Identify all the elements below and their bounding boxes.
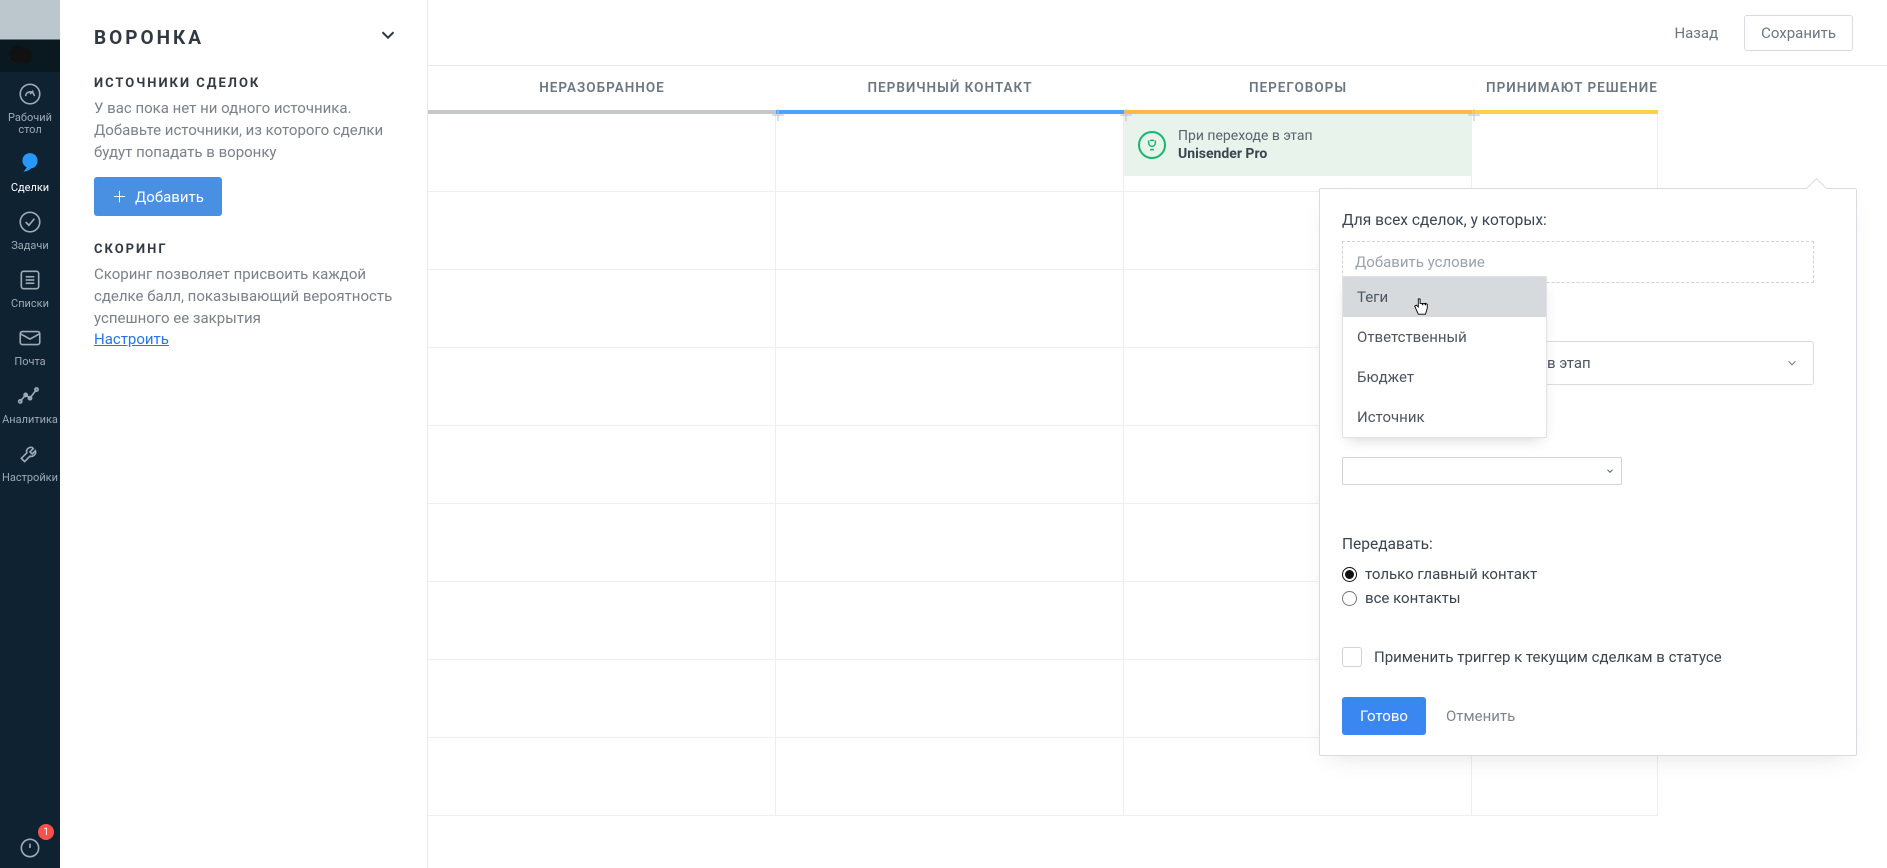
main-area: Назад Сохранить НЕРАЗОБРАННОЕ ＋ ПЕРВИЧНЫ… (428, 0, 1887, 868)
column-header[interactable]: НЕРАЗОБРАННОЕ (428, 66, 776, 114)
left-nav: Рабочий стол Сделки Задачи Списки Почта (0, 0, 60, 868)
pipeline-column: ПЕРВИЧНЫЙ КОНТАКТ ＋ (776, 66, 1124, 816)
dropdown-option-responsible[interactable]: Ответственный (1343, 317, 1546, 357)
list-icon (16, 266, 44, 294)
nav-tasks[interactable]: Задачи (0, 200, 60, 258)
dropdown-option-tags[interactable]: Теги (1343, 277, 1546, 317)
add-trigger-icon[interactable]: ＋ (1118, 102, 1134, 126)
trigger-card[interactable]: При переходе в этап Unisender Pro (1124, 114, 1472, 176)
check-circle-icon (16, 208, 44, 236)
scoring-section: СКОРИНГ Скоринг позволяет присвоить кажд… (94, 242, 399, 348)
dropdown-option-budget[interactable]: Бюджет (1343, 357, 1546, 397)
add-source-button[interactable]: ＋ Добавить (94, 177, 222, 216)
done-button[interactable]: Готово (1342, 697, 1426, 735)
sources-heading: ИСТОЧНИКИ СДЕЛОК (94, 76, 399, 91)
apply-current-checkbox[interactable]: Применить триггер к текущим сделкам в ст… (1342, 647, 1834, 667)
bell-icon (16, 834, 44, 862)
scoring-configure-link[interactable]: Настроить (94, 330, 169, 348)
side-panel: ВОРОНКА ИСТОЧНИКИ СДЕЛОК У вас пока нет … (60, 0, 428, 868)
nav-settings[interactable]: Настройки (0, 432, 60, 490)
radio-input[interactable] (1342, 567, 1357, 582)
integration-icon (1138, 131, 1166, 159)
nav-label: Аналитика (2, 414, 58, 426)
scoring-heading: СКОРИНГ (94, 242, 399, 257)
radio-main-contact[interactable]: только главный контакт (1342, 565, 1834, 583)
back-button[interactable]: Назад (1668, 16, 1724, 50)
radio-all-contacts[interactable]: все контакты (1342, 589, 1834, 607)
mail-icon (16, 324, 44, 352)
nav-label: Списки (11, 298, 49, 310)
nav-label: Почта (14, 356, 45, 368)
checkbox-icon[interactable] (1342, 647, 1362, 667)
conditions-label: Для всех сделок, у которых: (1342, 211, 1834, 229)
nav-label: Настройки (2, 472, 58, 484)
trigger-popover: Для всех сделок, у которых: Теги Ответст… (1319, 188, 1857, 756)
column-header[interactable]: ПРИНИМАЮТ РЕШЕНИЕ (1472, 66, 1658, 114)
topbar: Назад Сохранить (428, 0, 1887, 66)
wrench-icon (16, 440, 44, 468)
nav-mail[interactable]: Почта (0, 316, 60, 374)
radio-input[interactable] (1342, 591, 1357, 606)
sources-text: У вас пока нет ни одного источника. Доба… (94, 97, 399, 163)
gauge-icon (16, 80, 44, 108)
column-header[interactable]: ПЕРВИЧНЫЙ КОНТАКТ (776, 66, 1124, 114)
nav-analytics[interactable]: Аналитика (0, 374, 60, 432)
nav-label: Сделки (11, 182, 49, 194)
nav-notifications[interactable]: 1 (0, 826, 60, 868)
funnel-title: ВОРОНКА (94, 26, 204, 49)
condition-dropdown: Теги Ответственный Бюджет Источник (1342, 276, 1547, 438)
nav-label: Задачи (11, 240, 48, 252)
nav-deals[interactable]: Сделки (0, 142, 60, 200)
secondary-select[interactable] (1342, 457, 1622, 485)
save-button[interactable]: Сохранить (1744, 15, 1853, 51)
analytics-icon (16, 382, 44, 410)
nav-lists[interactable]: Списки (0, 258, 60, 316)
nav-dashboard[interactable]: Рабочий стол (0, 72, 60, 142)
add-trigger-icon[interactable]: ＋ (770, 102, 786, 126)
plus-icon: ＋ (112, 186, 127, 207)
add-trigger-icon[interactable]: ＋ (1466, 102, 1482, 126)
nav-label: Рабочий стол (8, 112, 52, 136)
dropdown-option-source[interactable]: Источник (1343, 397, 1546, 437)
sources-section: ИСТОЧНИКИ СДЕЛОК У вас пока нет ни одног… (94, 76, 399, 216)
column-header[interactable]: ПЕРЕГОВОРЫ (1124, 66, 1472, 114)
add-button-label: Добавить (135, 188, 204, 206)
scoring-text: Скоринг позволяет присвоить каждой сделк… (94, 263, 399, 329)
chevron-down-icon[interactable] (377, 24, 399, 50)
deals-icon (16, 150, 44, 178)
pass-label: Передавать: (1342, 535, 1834, 553)
pipeline-column: НЕРАЗОБРАННОЕ ＋ (428, 66, 776, 816)
workspace-avatar[interactable] (0, 0, 60, 72)
trigger-text: При переходе в этап Unisender Pro (1178, 127, 1313, 163)
cancel-button[interactable]: Отменить (1446, 707, 1515, 725)
notification-badge: 1 (38, 824, 54, 840)
